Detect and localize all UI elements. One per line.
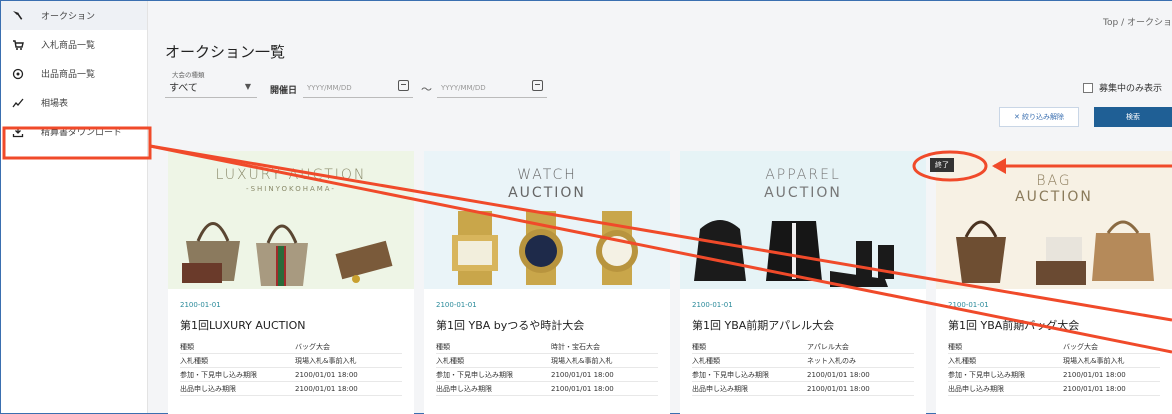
info-row: 種類 バッグ大会 [948, 340, 1160, 354]
sidebar: オークション 入札商品一覧 出品商品一覧 相場表 精算書ダウンロード [1, 1, 148, 413]
auction-card[interactable]: APPAREL AUCTION 2100-01-01 第1回 YBA前期アパレル… [680, 151, 926, 414]
main-content: Top / オークショ オークション一覧 大会の種類 すべて ▼ 開催日 YYY… [149, 1, 1172, 414]
sidebar-item-market-price[interactable]: 相場表 [1, 88, 147, 117]
date-from-placeholder: YYYY/MM/DD [307, 83, 352, 92]
page-title: オークション一覧 [165, 43, 286, 61]
auction-title[interactable]: 第1回LUXURY AUCTION [180, 317, 402, 333]
auction-date: 2100-01-01 [180, 301, 221, 309]
clear-filter-button[interactable]: ✕ 絞り込み解除 [999, 107, 1079, 127]
auction-title[interactable]: 第1回 YBA前期バッグ大会 [948, 317, 1160, 333]
breadcrumb[interactable]: Top / オークショ [1103, 15, 1172, 28]
info-row: 入札種類 ネット入札のみ [692, 354, 914, 368]
auction-title[interactable]: 第1回 YBA前期アパレル大会 [692, 317, 914, 333]
info-row: 入札種類 現場入札&事前入札 [180, 354, 402, 368]
info-row: 種類 バッグ大会 [180, 340, 402, 354]
info-row: 参加・下見申し込み期限 2100/01/01 18:00 [948, 368, 1160, 382]
recruiting-only-label: 募集中のみ表示 [1099, 84, 1163, 94]
info-row: 参加・下見申し込み期限 2100/01/01 18:00 [692, 368, 914, 382]
info-row: 参加・下見申し込み期限 2100/01/01 18:00 [180, 368, 402, 382]
tag-icon [11, 67, 25, 81]
sidebar-item-label: 精算書ダウンロード [41, 128, 123, 138]
info-row: 参加・下見申し込み期限 2100/01/01 18:00 [436, 368, 658, 382]
sidebar-item-label: オークション [41, 12, 96, 22]
search-button[interactable]: 検索 [1094, 107, 1172, 127]
sidebar-item-auction[interactable]: オークション [1, 1, 147, 30]
info-row: 種類 アパレル大会 [692, 340, 914, 354]
auction-date: 2100-01-01 [436, 301, 477, 309]
watch-product-image [452, 211, 638, 285]
sidebar-item-bid-products[interactable]: 入札商品一覧 [1, 30, 147, 59]
apparel-product-image [694, 220, 894, 287]
sidebar-item-label: 出品商品一覧 [41, 70, 96, 80]
date-from-input[interactable]: YYYY/MM/DD [303, 78, 413, 98]
sidebar-item-listed-products[interactable]: 出品商品一覧 [1, 59, 147, 88]
auction-card[interactable]: WATCH AUCTION 2100-01-01 第1回 YBA byつるや時計… [424, 151, 670, 414]
auction-card[interactable]: LUXURY AUCTION -SHINYOKOHAMA- 2100-01-01… [168, 151, 414, 414]
sidebar-item-label: 入札商品一覧 [41, 41, 96, 51]
cart-icon [11, 38, 25, 52]
auction-card[interactable]: BAG AUCTION 2100-01-01 第1回 YBA前期バッグ大会 種類… [936, 151, 1172, 414]
date-to-placeholder: YYYY/MM/DD [441, 83, 486, 92]
auction-date: 2100-01-01 [948, 301, 989, 309]
auction-type-value: すべて [169, 83, 198, 94]
sidebar-item-statement-download[interactable]: 精算書ダウンロード [1, 117, 147, 146]
download-icon [11, 125, 25, 139]
recruiting-only-toggle[interactable]: 募集中のみ表示 [1083, 81, 1162, 94]
auction-banner: LUXURY AUCTION -SHINYOKOHAMA- [168, 151, 414, 289]
recruiting-only-checkbox[interactable] [1083, 82, 1093, 93]
info-row: 種類 時計・宝石大会 [436, 340, 658, 354]
bag-product-image [182, 222, 393, 286]
gavel-icon [11, 9, 25, 23]
date-label: 開催日 [270, 86, 298, 96]
status-badge: 終了 [930, 158, 954, 172]
bag-product-image [956, 220, 1154, 285]
chevron-down-icon: ▼ [244, 82, 251, 91]
calendar-icon[interactable] [398, 80, 409, 91]
calendar-icon[interactable] [532, 80, 543, 91]
date-to-input[interactable]: YYYY/MM/DD [437, 78, 547, 98]
info-row: 入札種類 現場入札&事前入札 [436, 354, 658, 368]
auction-date: 2100-01-01 [692, 301, 733, 309]
date-range-separator: 〜 [421, 83, 432, 96]
info-row: 出品申し込み期限 2100/01/01 18:00 [180, 382, 402, 396]
info-row: 出品申し込み期限 2100/01/01 18:00 [692, 382, 914, 396]
auction-title[interactable]: 第1回 YBA byつるや時計大会 [436, 317, 658, 333]
auction-banner: WATCH AUCTION [424, 151, 670, 289]
info-row: 出品申し込み期限 2100/01/01 18:00 [948, 382, 1160, 396]
auction-banner: APPAREL AUCTION [680, 151, 926, 289]
info-row: 出品申し込み期限 2100/01/01 18:00 [436, 382, 658, 396]
chart-icon [11, 96, 25, 110]
info-row: 入札種類 現場入札&事前入札 [948, 354, 1160, 368]
auction-type-select[interactable]: すべて ▼ [165, 76, 257, 98]
sidebar-item-label: 相場表 [41, 99, 69, 109]
auction-banner: BAG AUCTION [936, 151, 1172, 289]
